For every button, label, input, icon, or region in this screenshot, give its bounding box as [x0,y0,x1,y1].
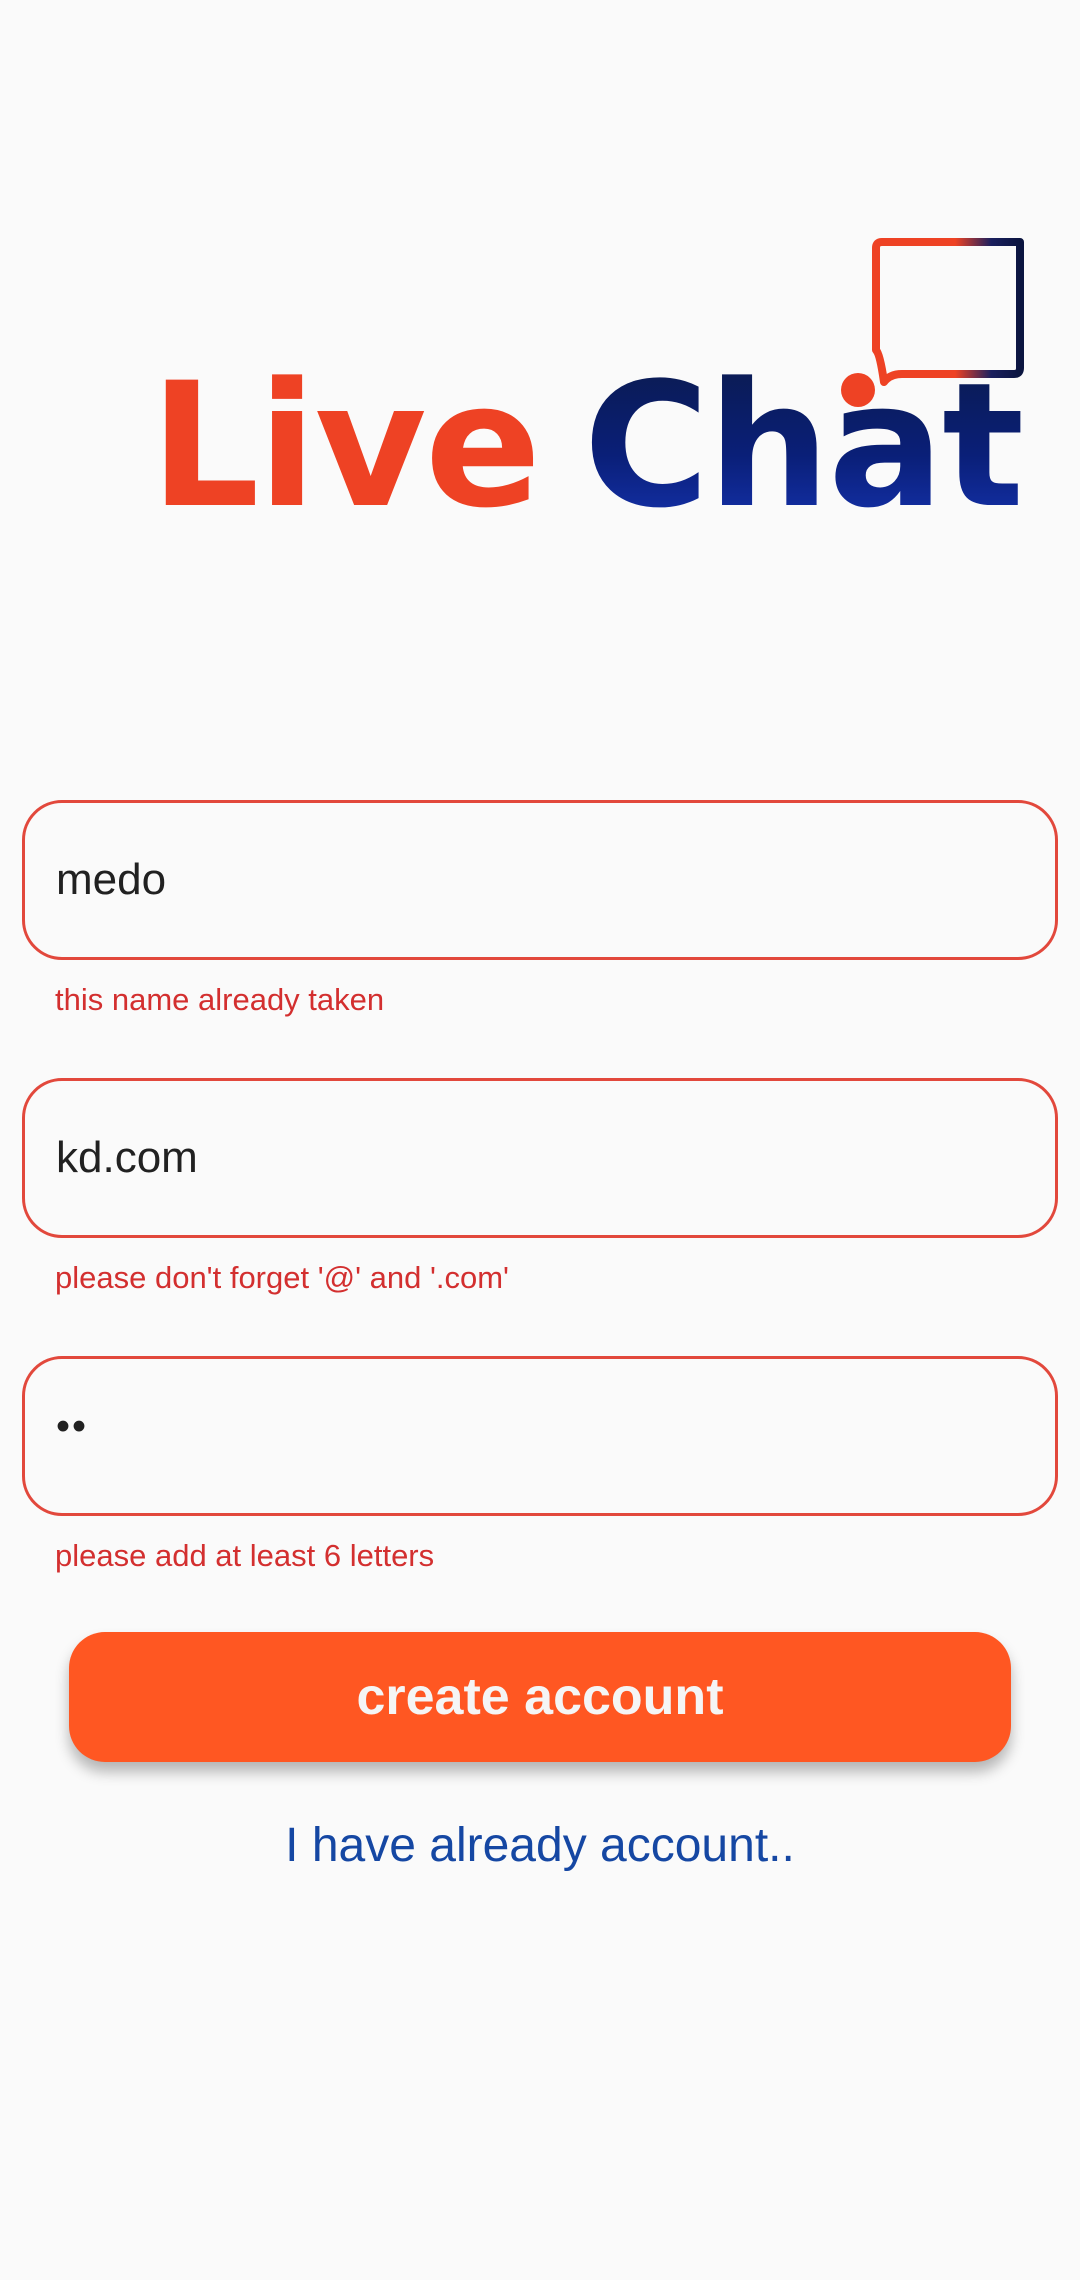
name-field[interactable]: medo [22,800,1058,960]
password-field-value: •• [56,1404,89,1449]
password-field[interactable]: •• [22,1356,1058,1516]
create-account-button[interactable]: create account [69,1632,1011,1762]
signup-screen: Live Chat medo this name already taken k… [0,0,1080,2280]
name-error-text: this name already taken [55,982,385,1017]
create-account-label: create account [356,1668,724,1726]
name-field-value: medo [56,855,167,904]
logo-word-live: Live [150,345,541,546]
email-error-text: please don't forget '@' and '.com' [55,1260,509,1295]
live-chat-logo: Live Chat [150,230,1030,540]
email-field[interactable]: kd.com [22,1078,1058,1238]
password-error-text: please add at least 6 letters [55,1538,435,1573]
chat-bubble-icon [841,238,1024,407]
already-have-account-link[interactable]: I have already account.. [0,1818,1080,1873]
email-field-value: kd.com [56,1133,198,1182]
